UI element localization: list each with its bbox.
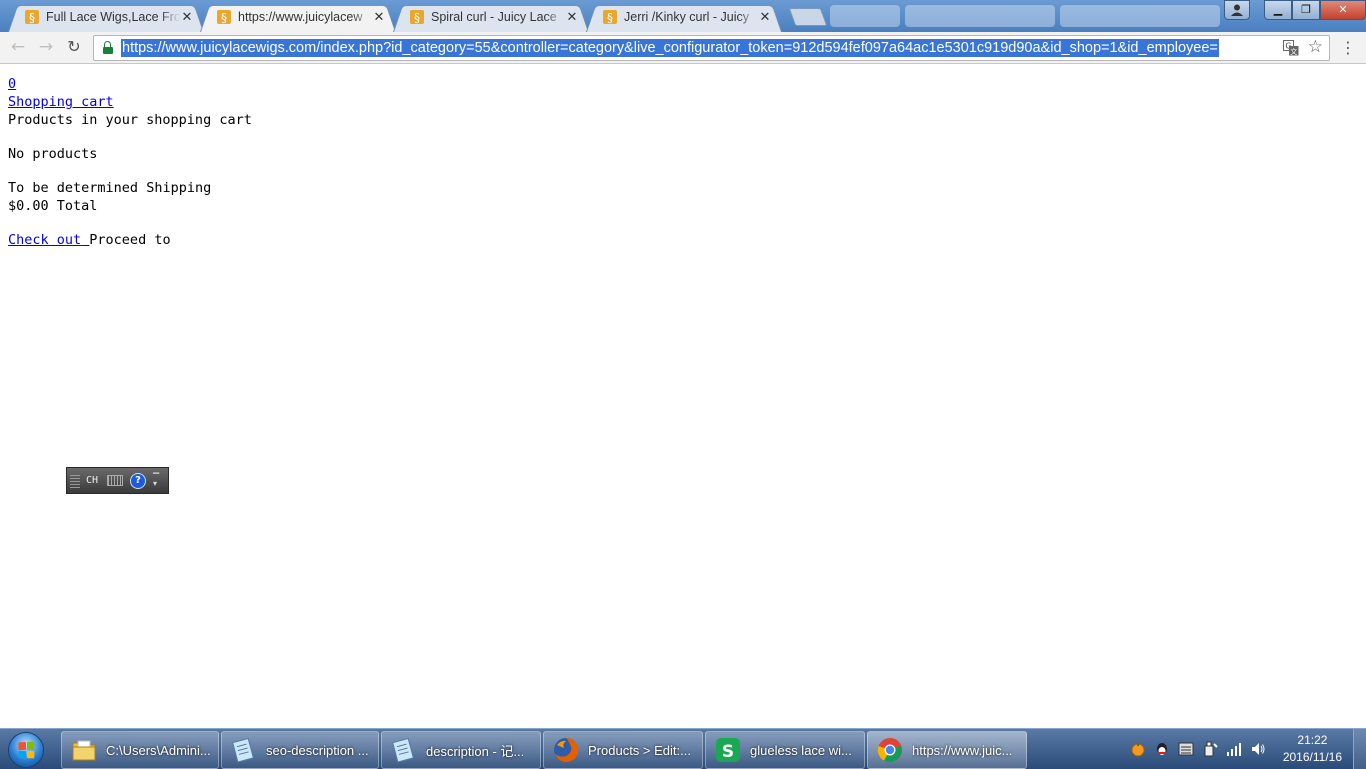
ime-language-label[interactable]: CH	[86, 475, 98, 486]
menu-icon[interactable]: ⋮	[1340, 38, 1356, 58]
tab-close-icon[interactable]: ✕	[372, 10, 386, 25]
page-content: 0 Shopping cart Products in your shoppin…	[8, 75, 252, 249]
tab-title: https://www.juicylacew	[238, 10, 363, 24]
taskbar-item-wps[interactable]: S glueless lace wi...	[705, 731, 865, 769]
pumpkin-app-icon[interactable]	[1130, 741, 1146, 757]
total-label: Total	[56, 198, 98, 214]
reload-icon[interactable]: ↻	[63, 37, 85, 57]
svg-text:§: §	[607, 11, 613, 25]
notepad-icon	[232, 737, 254, 763]
taskbar-item-label: seo-description ...	[266, 742, 369, 758]
empty-cart-message: No products	[8, 146, 98, 162]
profile-icon[interactable]	[1224, 0, 1250, 20]
background-window-ghost	[905, 5, 1055, 27]
lock-icon	[103, 41, 113, 54]
keyboard-icon[interactable]	[107, 475, 124, 486]
taskbar-item-label: C:\Users\Admini...	[106, 742, 211, 758]
translate-icon[interactable]: G 文	[1283, 40, 1299, 56]
usb-device-icon[interactable]	[1202, 741, 1218, 757]
browser-toolbar: ← → ↻ https://www.juicylacewigs.com/inde…	[0, 32, 1366, 64]
tab-juicylacewigs-active[interactable]: § https://www.juicylacew ✕	[200, 2, 396, 32]
new-tab-button[interactable]	[788, 8, 828, 26]
tab-title: Jerri /Kinky curl - Juicy	[624, 10, 750, 24]
cart-count-link[interactable]: 0	[8, 76, 16, 92]
close-window-button[interactable]: ✕	[1320, 0, 1366, 20]
chrome-icon	[877, 738, 902, 762]
shopping-cart-link[interactable]: Shopping cart	[8, 94, 114, 110]
site-favicon-icon: §	[217, 10, 231, 25]
volume-icon[interactable]	[1250, 741, 1266, 757]
start-button[interactable]	[3, 730, 49, 768]
taskbar-item-firefox[interactable]: Products > Edit:...	[543, 731, 703, 769]
forward-arrow-icon[interactable]: →	[35, 37, 57, 57]
minimize-button[interactable]: ▁	[1264, 0, 1292, 20]
checkout-link-label: Check out	[8, 232, 82, 248]
bookmark-star-icon[interactable]: ☆	[1308, 37, 1323, 57]
windows-taskbar: C:\Users\Admini... seo-description ... d…	[0, 728, 1366, 769]
checkout-link[interactable]: Check out	[8, 232, 89, 248]
drag-grip-icon[interactable]	[70, 473, 80, 488]
notepad-icon	[392, 737, 414, 763]
taskbar-item-label: Products > Edit:...	[588, 742, 691, 758]
shipping-row: To be determined Shipping	[8, 179, 252, 197]
tab-jerri-kinky-curl[interactable]: § Jerri /Kinky curl - Juicy ✕	[586, 2, 782, 32]
taskbar-item-label: description - 记...	[426, 743, 525, 759]
system-clock[interactable]: 21:22 2016/11/16	[1283, 732, 1342, 766]
tab-close-icon[interactable]: ✕	[565, 10, 579, 25]
taskbar-item-label: https://www.juic...	[912, 742, 1013, 758]
proceed-text: Proceed to	[89, 232, 171, 248]
tab-spiral-curl[interactable]: § Spiral curl - Juicy Lace ✕	[393, 2, 589, 32]
restore-button[interactable]: ❐	[1292, 0, 1320, 20]
show-desktop-button[interactable]	[1353, 729, 1366, 769]
options-arrow-icon[interactable]: ▔ ▾	[153, 473, 159, 487]
url-text[interactable]: https://www.juicylacewigs.com/index.php?…	[121, 39, 1219, 57]
folder-icon	[72, 740, 96, 761]
help-icon[interactable]: ?	[130, 472, 147, 489]
tab-close-icon[interactable]: ✕	[758, 10, 772, 25]
qq-icon[interactable]	[1154, 741, 1170, 757]
svg-text:§: §	[29, 11, 35, 25]
ime-language-bar[interactable]: CH ? ▔ ▾	[66, 467, 169, 494]
site-favicon-icon: §	[603, 10, 617, 25]
background-window-ghost	[1060, 5, 1220, 27]
tab-close-icon[interactable]: ✕	[180, 10, 194, 25]
taskbar-item-chrome[interactable]: https://www.juic...	[867, 731, 1027, 769]
svg-text:文: 文	[1290, 47, 1297, 56]
browser-tabstrip: § Full Lace Wigs,Lace Fro ✕ § https://ww…	[0, 0, 1366, 32]
site-favicon-icon: §	[25, 10, 39, 25]
input-method-icon[interactable]	[1178, 741, 1194, 757]
address-bar[interactable]: https://www.juicylacewigs.com/index.php?…	[93, 35, 1330, 61]
total-value: $0.00	[8, 198, 49, 214]
wps-icon: S	[716, 738, 740, 762]
windows-logo-icon	[8, 732, 44, 768]
window-controls: ▁ ❐ ✕	[1224, 0, 1366, 20]
firefox-icon	[554, 737, 579, 762]
clock-time: 21:22	[1297, 733, 1328, 747]
clock-date: 2016/11/16	[1282, 750, 1342, 764]
taskbar-item-notepad-description[interactable]: description - 记...	[381, 731, 541, 769]
tab-full-lace-wigs[interactable]: § Full Lace Wigs,Lace Fro ✕	[8, 2, 204, 32]
site-favicon-icon: §	[410, 10, 424, 25]
taskbar-item-notepad-seo[interactable]: seo-description ...	[221, 731, 379, 769]
tab-title: Full Lace Wigs,Lace Fro	[46, 10, 180, 24]
system-tray: 21:22 2016/11/16	[1126, 729, 1366, 769]
network-signal-icon[interactable]	[1226, 741, 1242, 757]
taskbar-item-explorer[interactable]: C:\Users\Admini...	[61, 731, 219, 769]
tab-title: Spiral curl - Juicy Lace	[431, 10, 557, 24]
taskbar-item-label: glueless lace wi...	[750, 742, 852, 758]
shipping-value: To be determined	[8, 180, 139, 196]
checkout-row: Check out Proceed to	[8, 231, 252, 249]
shipping-label: Shipping	[146, 180, 212, 196]
total-row: $0.00 Total	[8, 197, 252, 215]
svg-text:§: §	[221, 11, 227, 25]
back-arrow-icon[interactable]: ←	[7, 37, 29, 57]
background-window-ghost	[830, 5, 900, 27]
svg-text:S: S	[722, 742, 734, 762]
cart-heading: Products in your shopping cart	[8, 112, 252, 128]
svg-text:§: §	[414, 11, 420, 25]
